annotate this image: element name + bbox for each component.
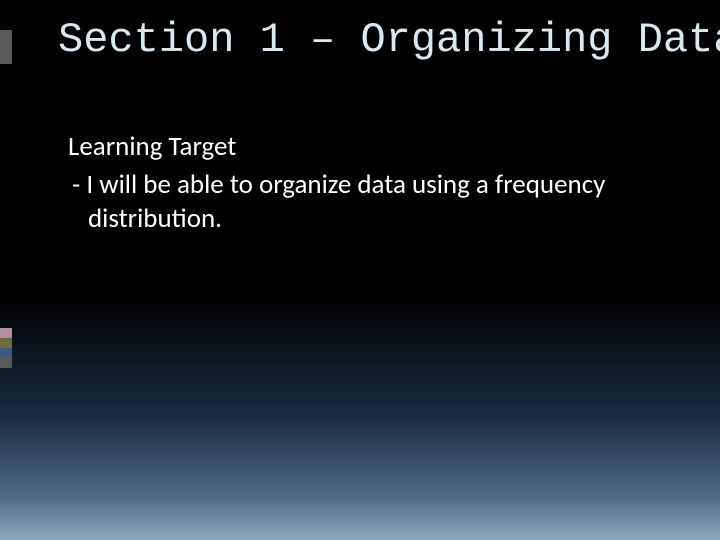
learning-target-heading: Learning Target bbox=[68, 130, 660, 164]
slide-title: Section 1 – Organizing Data bbox=[58, 16, 690, 64]
slide-body: Learning Target - I will be able to orga… bbox=[68, 130, 660, 235]
slide: Section 1 – Organizing Data Learning Tar… bbox=[0, 0, 720, 540]
decorative-stripes bbox=[0, 328, 12, 368]
title-accent-bar bbox=[0, 30, 12, 64]
stripe-2 bbox=[0, 338, 12, 348]
stripe-3 bbox=[0, 348, 12, 358]
stripe-1 bbox=[0, 328, 12, 338]
stripe-4 bbox=[0, 358, 12, 368]
learning-target-point: - I will be able to organize data using … bbox=[68, 168, 660, 236]
